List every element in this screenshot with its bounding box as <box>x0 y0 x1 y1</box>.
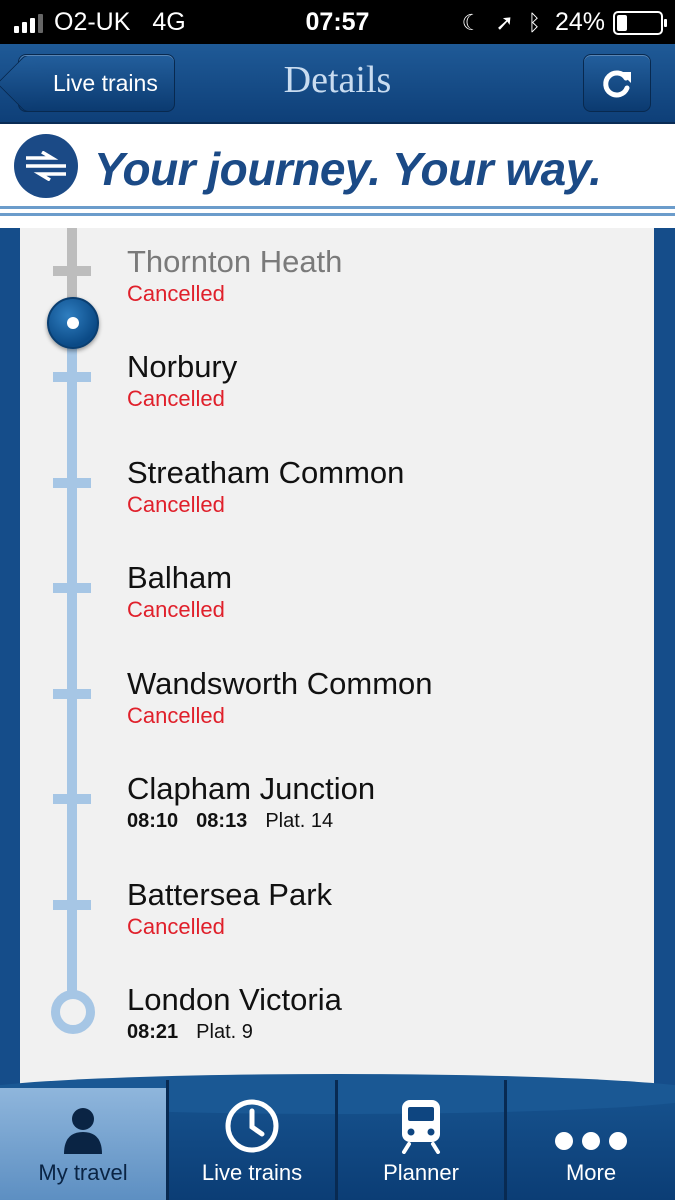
stop-status: Cancelled <box>127 703 225 728</box>
stop-status: Cancelled <box>127 492 225 517</box>
tab-label: My travel <box>38 1160 128 1185</box>
stop-name: Norbury <box>127 349 238 384</box>
status-bar: O2-UK 4G 07:57 ☾ ➚ ᛒ 24% <box>0 0 675 44</box>
list-item[interactable]: Battersea Park Cancelled <box>127 878 332 940</box>
tab-label: Planner <box>383 1160 459 1185</box>
stop-tick <box>53 794 91 804</box>
tab-more[interactable]: More <box>507 1080 675 1200</box>
list-item[interactable]: Streatham Common Cancelled <box>127 456 404 518</box>
scheduled-time: 08:10 <box>127 810 179 832</box>
national-rail-logo-icon <box>14 134 78 198</box>
list-item[interactable]: Balham Cancelled <box>127 561 232 623</box>
stop-name: Balham <box>127 560 233 595</box>
stop-tick <box>53 689 91 699</box>
more-dots-icon <box>555 1132 627 1150</box>
list-item[interactable]: Norbury Cancelled <box>127 350 237 412</box>
battery-icon <box>613 10 667 35</box>
stop-name: Thornton Heath <box>127 244 343 279</box>
tab-live-trains[interactable]: Live trains <box>169 1080 335 1200</box>
stop-status: Cancelled <box>127 386 225 411</box>
route-line <box>67 320 77 1000</box>
tab-bar: My travel Live trains Planner More <box>0 1074 675 1200</box>
stop-name: London Victoria <box>127 982 342 1017</box>
navigation-bar: Live trains Details <box>0 44 675 124</box>
expected-time: 08:13 <box>196 810 248 832</box>
tab-my-travel[interactable]: My travel <box>0 1088 166 1200</box>
back-button[interactable]: Live trains <box>18 54 175 112</box>
stop-tick <box>53 478 91 488</box>
stop-name: Wandsworth Common <box>127 666 433 701</box>
stop-tick <box>53 900 91 910</box>
moon-icon: ☾ <box>461 9 482 35</box>
stop-status: Cancelled <box>127 597 225 622</box>
stop-name: Streatham Common <box>127 455 405 490</box>
brand-banner: Your journey. Your way. <box>0 124 675 228</box>
right-rail <box>654 228 675 1128</box>
stop-times: 08:10 08:13 Plat. 14 <box>127 808 375 834</box>
destination-marker-icon <box>51 990 95 1034</box>
scheduled-time: 08:21 <box>127 1021 179 1043</box>
stop-tick-passed <box>53 266 91 276</box>
list-item[interactable]: Wandsworth Common Cancelled <box>127 667 433 729</box>
stop-status: Cancelled <box>127 281 225 306</box>
list-item[interactable]: Clapham Junction 08:10 08:13 Plat. 14 <box>127 772 375 834</box>
stop-tick <box>53 372 91 382</box>
stop-name: Clapham Junction <box>127 771 376 806</box>
clock-icon <box>225 1099 279 1153</box>
refresh-button[interactable] <box>583 54 651 112</box>
location-arrow-icon: ➚ <box>495 9 514 35</box>
stop-tick <box>53 583 91 593</box>
platform: Plat. 14 <box>265 810 334 832</box>
tab-planner[interactable]: Planner <box>338 1080 504 1200</box>
platform: Plat. 9 <box>196 1021 253 1043</box>
stop-times: 08:21 Plat. 9 <box>127 1019 342 1045</box>
current-position-marker-icon <box>47 297 99 349</box>
refresh-icon <box>603 70 631 98</box>
bluetooth-icon: ᛒ <box>527 9 541 35</box>
list-item[interactable]: Thornton Heath Cancelled <box>127 245 342 307</box>
tab-label: Live trains <box>201 1160 303 1185</box>
person-icon <box>64 1108 102 1154</box>
battery-percent: 24% <box>554 8 605 36</box>
stop-status: Cancelled <box>127 914 225 939</box>
left-rail <box>0 228 20 1128</box>
journey-stops-list[interactable]: Thornton Heath Cancelled Norbury Cancell… <box>20 228 654 1088</box>
list-item[interactable]: London Victoria 08:21 Plat. 9 <box>127 983 342 1045</box>
banner-tagline: Your journey. Your way. <box>94 143 602 195</box>
stop-name: Battersea Park <box>127 877 333 912</box>
train-icon <box>402 1100 440 1154</box>
tab-label: More <box>565 1160 617 1185</box>
banner-stripes <box>0 206 675 220</box>
back-button-label: Live trains <box>53 69 158 96</box>
